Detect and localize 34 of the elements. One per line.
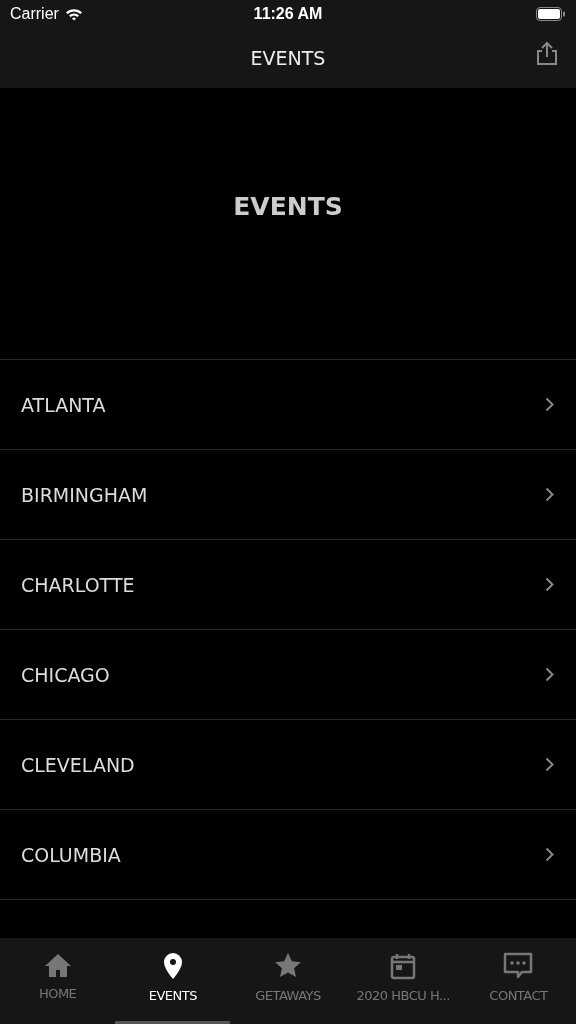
tab-item[interactable]: GETAWAYS [230,938,346,1024]
chevron-icon [545,847,554,862]
city-name: CHARLOTTE [21,573,135,596]
chevron-icon [545,577,554,592]
city-row[interactable]: CHICAGO [0,630,576,720]
city-name: BIRMINGHAM [21,483,148,506]
city-name: ATLANTA [21,393,106,416]
tab-item[interactable]: CONTACT [460,938,576,1024]
tab-item[interactable]: EVENTS [115,938,231,1024]
calendar-icon [389,952,418,980]
star-icon [274,952,302,980]
carrier-label: Carrier [10,5,59,23]
city-row[interactable]: CHARLOTTE [0,540,576,630]
status-time: 11:26 AM [253,5,323,23]
city-name: CLEVELAND [21,753,135,776]
city-name: CHICAGO [21,663,110,686]
home-icon [43,952,72,978]
city-row[interactable]: COLUMBIA [0,810,576,900]
tab-item[interactable]: 2020 HBCU H... [345,938,461,1024]
city-row[interactable]: CLEVELAND [0,720,576,810]
chevron-icon [545,487,554,502]
chevron-icon [545,667,554,682]
city-name: COLUMBIA [21,843,121,866]
wifi-icon [64,7,83,21]
city-row[interactable]: ATLANTA [0,360,576,450]
chevron-icon [545,397,554,412]
nav-title: EVENTS [250,47,326,69]
battery-icon [536,7,566,21]
share-button[interactable] [534,40,560,66]
chat-icon [503,952,534,980]
page-heading: EVENTS [233,192,343,221]
city-row[interactable]: BIRMINGHAM [0,450,576,540]
chevron-icon [545,757,554,772]
tab-item[interactable]: HOME [0,938,116,1024]
